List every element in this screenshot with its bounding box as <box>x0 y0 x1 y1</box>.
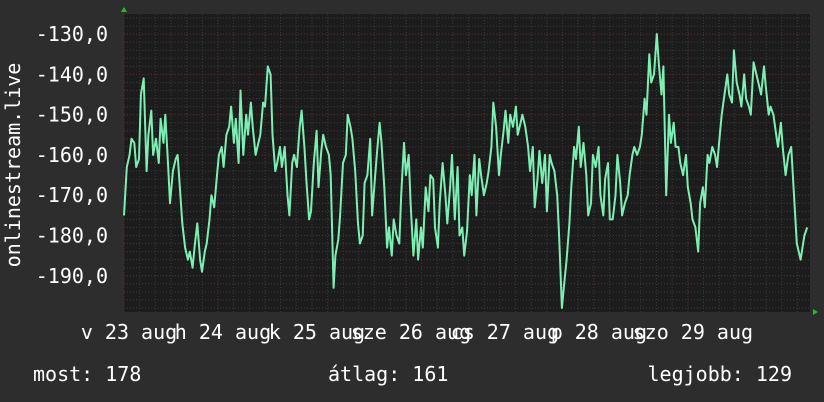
y-tick-label: -180,0 <box>36 223 108 247</box>
y-tick-label: -140,0 <box>36 62 108 86</box>
x-tick-label: szo 29 aug <box>633 320 753 344</box>
y-tick-label: -150,0 <box>36 103 108 127</box>
x-tick-label: h 24 aug <box>175 320 271 344</box>
y-tick-label: -170,0 <box>36 183 108 207</box>
y-tick-label: -190,0 <box>36 264 108 288</box>
x-tick-label: cs 27 aug <box>451 320 559 344</box>
stats-bar: most: 178 átlag: 161 legjobb: 129 <box>0 362 824 388</box>
y-axis-label: onlinestream.live <box>1 63 25 268</box>
chart-panel: -130,0 -140,0 -150,0 -160,0 -170,0 -180,0 -190… <box>0 0 824 402</box>
y-tick-label: -130,0 <box>36 22 108 46</box>
x-tick-label: v 23 aug <box>81 320 177 344</box>
best-value: legjobb: 129 <box>647 362 793 386</box>
average-value: átlag: 161 <box>328 362 449 386</box>
x-axis-arrow-icon <box>813 309 818 315</box>
x-axis-ticks: v 23 augh 24 augk 25 augsze 26 augcs 27 … <box>81 320 753 344</box>
y-axis-arrow-icon <box>121 7 127 12</box>
line-chart: -130,0 -140,0 -150,0 -160,0 -170,0 -180,0 -190… <box>1 7 818 344</box>
y-tick-label: -160,0 <box>36 143 108 167</box>
current-value: most: 178 <box>33 362 142 386</box>
y-axis-ticks: -130,0 -140,0 -150,0 -160,0 -170,0 -180,0 -190… <box>36 22 108 288</box>
